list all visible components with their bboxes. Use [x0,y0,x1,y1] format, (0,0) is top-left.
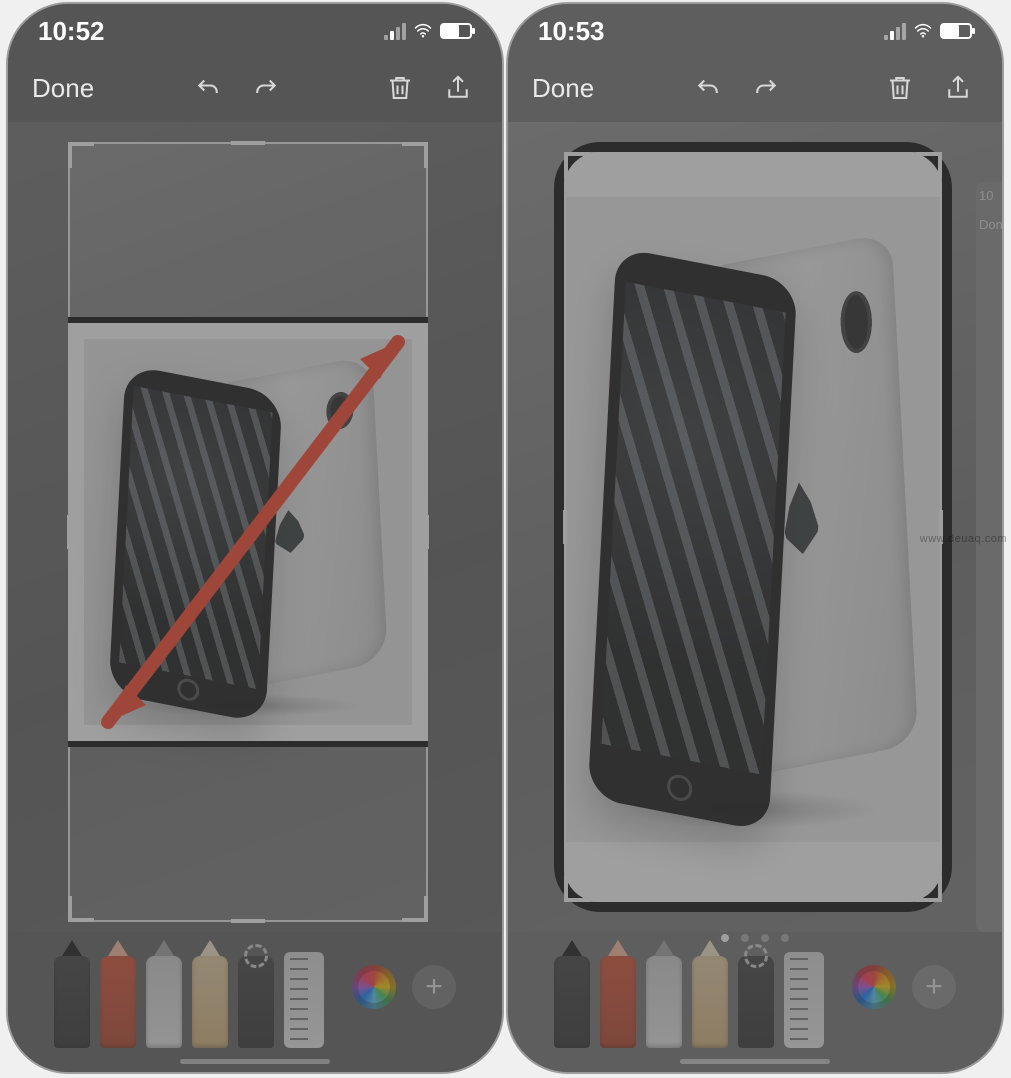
crop-handle-left[interactable] [563,510,567,544]
page-dot[interactable] [721,934,729,942]
crop-handle-bl[interactable] [68,896,94,922]
pencil-tool[interactable] [146,956,182,1048]
status-indicators [884,22,972,40]
eraser-tool[interactable] [192,956,228,1048]
toolbar: Done [508,58,1002,118]
undo-icon[interactable] [688,68,728,108]
adjacent-page-preview[interactable]: 10 Don [976,182,1002,932]
screenshot-content[interactable] [68,317,428,747]
page-dot[interactable] [781,934,789,942]
cellular-icon [384,22,406,40]
crop-handle-br[interactable] [402,896,428,922]
edit-canvas[interactable]: 10 Don [508,122,1002,932]
markup-toolbar: + [8,948,502,1048]
pen-tool[interactable] [554,956,590,1048]
crop-handle-top[interactable] [231,141,265,145]
share-icon[interactable] [438,68,478,108]
screenshot-pair: 10:52 Done [0,0,1011,1078]
cellular-icon [884,22,906,40]
add-button[interactable]: + [912,965,956,1009]
lasso-tool[interactable] [738,956,774,1048]
status-time: 10:53 [538,16,605,47]
wifi-icon [912,22,934,40]
redo-icon[interactable] [246,68,286,108]
ruler-tool[interactable] [784,952,824,1048]
crop-handle-tl[interactable] [68,142,94,168]
battery-icon [440,23,472,39]
crop-handle-tr[interactable] [402,142,428,168]
home-indicator[interactable] [680,1059,830,1064]
screenshot-content[interactable] [554,142,952,912]
eraser-tool[interactable] [692,956,728,1048]
page-dot[interactable] [741,934,749,942]
crop-frame[interactable] [564,152,942,902]
crop-handle-tl[interactable] [564,152,590,178]
status-indicators [384,22,472,40]
add-button[interactable]: + [412,965,456,1009]
lasso-tool[interactable] [238,956,274,1048]
ruler-tool[interactable] [284,952,324,1048]
edit-canvas[interactable] [8,122,502,932]
pen-tool[interactable] [54,956,90,1048]
markup-toolbar: + [508,948,1002,1048]
color-picker[interactable] [352,965,396,1009]
page-dot[interactable] [761,934,769,942]
battery-icon [940,23,972,39]
watermark: www.deuaq.com [920,533,1007,545]
phone-left: 10:52 Done [8,4,502,1072]
wifi-icon [412,22,434,40]
done-button[interactable]: Done [532,73,594,104]
pencil-tool[interactable] [646,956,682,1048]
crop-handle-tr[interactable] [916,152,942,178]
crop-handle-br[interactable] [916,876,942,902]
preview-time: 10 [979,188,1002,203]
phone-front-illustration [108,364,283,723]
done-button[interactable]: Done [32,73,94,104]
page-dots[interactable] [508,934,1002,942]
status-time: 10:52 [38,16,105,47]
trash-icon[interactable] [880,68,920,108]
redo-icon[interactable] [746,68,786,108]
marker-tool[interactable] [100,956,136,1048]
trash-icon[interactable] [380,68,420,108]
crop-handle-bl[interactable] [564,876,590,902]
status-bar: 10:52 [8,4,502,58]
undo-icon[interactable] [188,68,228,108]
home-indicator[interactable] [180,1059,330,1064]
crop-handle-bottom[interactable] [231,919,265,923]
preview-done: Don [979,217,1002,232]
marker-tool[interactable] [600,956,636,1048]
toolbar: Done [8,58,502,118]
status-bar: 10:53 [508,4,1002,58]
share-icon[interactable] [938,68,978,108]
product-image [84,339,412,725]
color-picker[interactable] [852,965,896,1009]
